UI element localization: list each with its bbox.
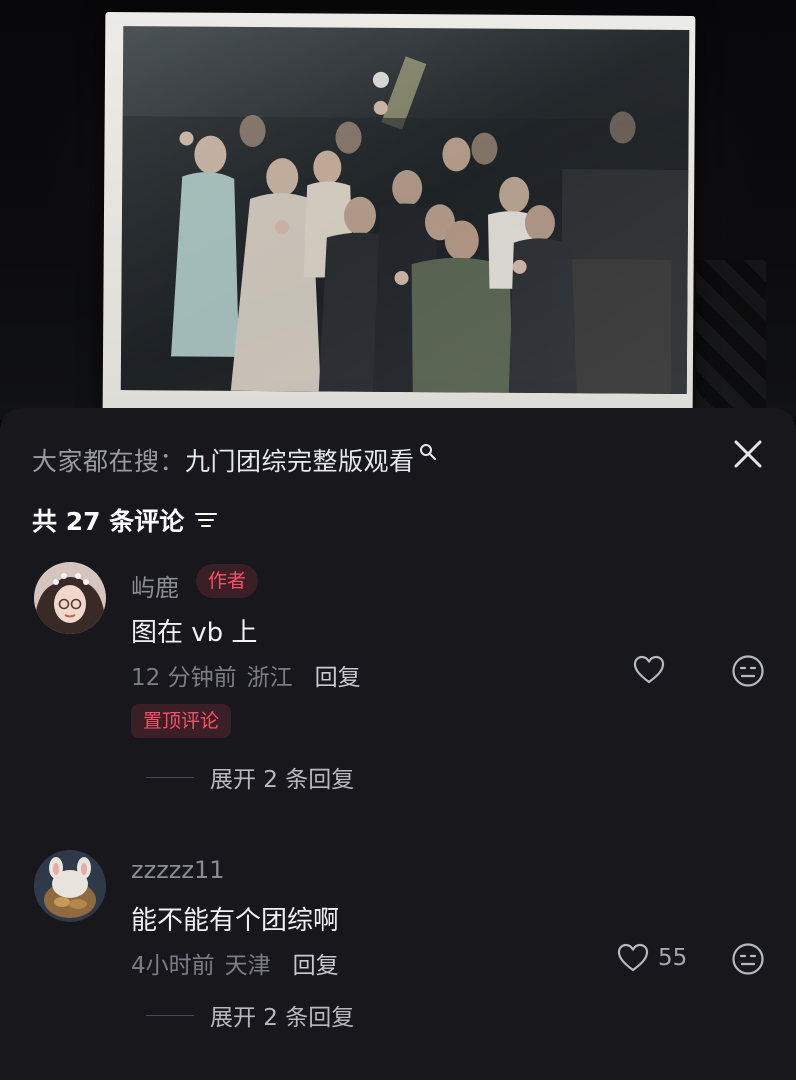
comment-sheet: 大家都在搜： 九门团综完整版观看 共 27 条评论 屿鹿 作者 图在 vb 上 … (0, 408, 796, 1080)
reply-button[interactable]: 回复 (315, 658, 361, 692)
like-button[interactable]: 55 (616, 942, 687, 974)
pinned-comment-tag: 置顶评论 (131, 704, 232, 738)
avatar[interactable] (34, 850, 106, 922)
group-photo (120, 26, 690, 395)
expand-divider (146, 1014, 194, 1016)
emoji-reaction-icon[interactable] (731, 654, 765, 688)
author-badge: 作者 (196, 564, 259, 598)
comment-meta: 12 分钟前 浙江 回复 (131, 658, 361, 692)
comments-count-row[interactable]: 共 27 条评论 (32, 500, 218, 540)
expand-replies-label: 展开 2 条回复 (210, 1005, 355, 1031)
comment-text: 能不能有个团综啊 (131, 906, 340, 936)
polaroid-photo (102, 11, 696, 417)
search-icon (419, 444, 436, 460)
comment-text: 图在 vb 上 (131, 618, 258, 648)
sort-icon[interactable] (194, 510, 218, 530)
comment-location: 天津 (224, 953, 271, 979)
avatar-image (34, 562, 106, 634)
like-count: 55 (658, 945, 688, 971)
comment-time: 4小时前 (131, 953, 215, 979)
heart-icon (633, 655, 665, 684)
group-photo-illustration (120, 26, 690, 395)
close-button[interactable] (730, 436, 766, 472)
emoji-reaction-icon[interactable] (731, 942, 765, 976)
like-button[interactable] (632, 654, 674, 686)
screen: 大家都在搜： 九门团综完整版观看 共 27 条评论 屿鹿 作者 图在 vb 上 … (0, 0, 796, 1080)
avatar[interactable] (34, 562, 106, 634)
expand-replies-button[interactable]: 展开 2 条回复 (146, 760, 354, 794)
comments-count: 共 27 条评论 (32, 507, 185, 536)
comment-time: 12 分钟前 (131, 665, 237, 691)
expand-replies-button[interactable]: 展开 2 条回复 (146, 998, 354, 1032)
expand-divider (146, 776, 194, 778)
trending-search-link[interactable]: 九门团综完整版观看 (185, 442, 415, 478)
comment-username[interactable]: 屿鹿 (131, 568, 179, 603)
reply-button[interactable]: 回复 (293, 946, 339, 980)
comment-meta: 4小时前 天津 回复 (131, 946, 339, 980)
checkered-floor (696, 260, 766, 410)
close-icon (734, 440, 762, 468)
expand-replies-label: 展开 2 条回复 (210, 767, 355, 793)
trending-search[interactable]: 大家都在搜： 九门团综完整版观看 (32, 440, 437, 480)
comment-username[interactable]: zzzzz11 (131, 856, 225, 884)
heart-icon (617, 943, 649, 972)
comment-location: 浙江 (246, 665, 293, 691)
avatar-image (34, 850, 106, 922)
trending-search-prefix: 大家都在搜： (32, 447, 186, 476)
post-image-area[interactable] (0, 0, 796, 420)
